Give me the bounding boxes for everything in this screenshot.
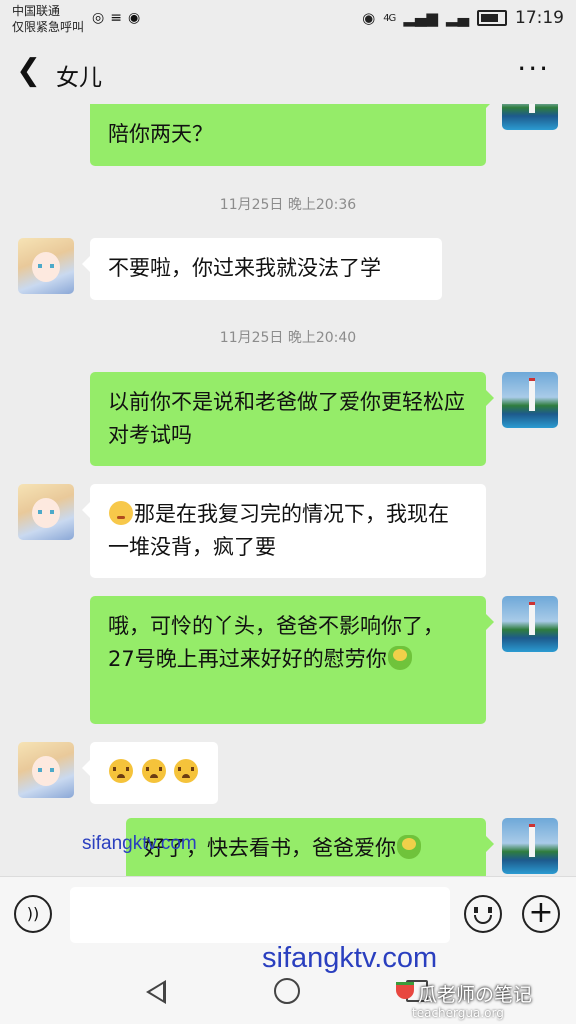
avatar-self[interactable] bbox=[502, 818, 558, 874]
brand-url-watermark: teachergua.org bbox=[412, 1006, 504, 1020]
avatar-contact[interactable] bbox=[18, 742, 74, 798]
chat-title: 女儿 bbox=[56, 65, 102, 91]
status-right: ◉ 4G ▂▄▆ ▂▄ 17:19 bbox=[362, 8, 564, 28]
app-notification-icon: ≡ bbox=[110, 10, 122, 26]
hug-emoji-icon bbox=[387, 646, 412, 670]
signal-off-icon: ▂▄ bbox=[445, 9, 469, 27]
message-text: 以前你不是说和老爸做了爱你更轻松应对考试吗 bbox=[108, 390, 465, 447]
status-bar: 中国联通 仅限紧急呼叫 ◎ ≡ ◉ ◉ 4G ▂▄▆ ▂▄ 17:19 bbox=[0, 0, 576, 42]
message-input[interactable] bbox=[70, 887, 450, 943]
message-text: 陪你两天？ bbox=[108, 122, 213, 146]
hug-emoji-icon bbox=[397, 835, 421, 859]
message-bubble-right[interactable]: 陪你两天？ bbox=[90, 104, 494, 166]
crying-face-emoji-icon bbox=[109, 759, 133, 783]
message-text: 不要啦，你过来我就没法了学 bbox=[108, 256, 381, 280]
message-bubble-right[interactable]: 以前你不是说和老爸做了爱你更轻松应对考试吗 bbox=[90, 372, 494, 466]
message-bubble-left[interactable]: 那是在我复习完的情况下，我现在一堆没背，疯了要 bbox=[82, 484, 486, 578]
message-timestamp: 11月25日 晚上20:36 bbox=[219, 197, 357, 213]
chat-area[interactable]: 陪你两天？ 11月25日 晚上20:36 不要啦，你过来我就没法了学 11月25… bbox=[0, 104, 576, 876]
emoji-icon[interactable] bbox=[464, 895, 502, 933]
crying-face-emoji-icon bbox=[174, 759, 199, 783]
app-notification-icon: ◎ bbox=[92, 10, 105, 26]
avatar-contact[interactable] bbox=[18, 238, 74, 294]
more-options-icon[interactable]: ··· bbox=[517, 52, 550, 85]
chevron-left-icon[interactable]: ❮ bbox=[16, 56, 41, 86]
nav-back-icon[interactable] bbox=[146, 980, 166, 1004]
sad-face-emoji-icon bbox=[109, 501, 133, 525]
avatar-self[interactable] bbox=[502, 372, 558, 428]
avatar-contact[interactable] bbox=[18, 484, 74, 540]
signal-icon: ▂▄▆ bbox=[403, 9, 438, 27]
message-timestamp: 11月25日 晚上20:40 bbox=[219, 330, 357, 346]
crying-face-emoji-icon bbox=[141, 759, 166, 783]
clock: 17:19 bbox=[515, 8, 564, 28]
message-text: 那是在我复习完的情况下，我现在一堆没背，疯了要 bbox=[108, 502, 449, 559]
battery-icon bbox=[477, 10, 507, 26]
carrier-name: 中国联通 bbox=[12, 4, 61, 18]
network-indicator: 4G bbox=[383, 12, 396, 24]
plus-icon[interactable]: + bbox=[522, 895, 560, 933]
app-notification-icon: ◉ bbox=[127, 10, 141, 26]
message-bubble-left[interactable] bbox=[82, 742, 218, 804]
emergency-only: 仅限紧急呼叫 bbox=[12, 20, 85, 34]
voice-icon[interactable]: )) bbox=[14, 895, 52, 933]
avatar-self[interactable] bbox=[502, 104, 558, 130]
brand-watermark: 瓜老师の笔记 bbox=[418, 984, 533, 1006]
watermark: sifangktv.com bbox=[262, 942, 438, 974]
eye-icon: ◉ bbox=[362, 9, 376, 27]
message-bubble-right[interactable]: 哦，可怜的丫头，爸爸不影响你了，27号晚上再过来好好的慰劳你 bbox=[90, 596, 494, 724]
notification-icons: ◎ ≡ ◉ bbox=[92, 10, 140, 26]
watermark: sifangktv.com bbox=[82, 833, 197, 854]
carrier-info: 中国联通 仅限紧急呼叫 bbox=[12, 3, 84, 35]
message-bubble-left[interactable]: 不要啦，你过来我就没法了学 bbox=[82, 238, 442, 300]
nav-home-icon[interactable] bbox=[274, 978, 300, 1004]
avatar-self[interactable] bbox=[502, 596, 558, 652]
chat-header: ❮ 女儿 ··· bbox=[0, 42, 576, 104]
